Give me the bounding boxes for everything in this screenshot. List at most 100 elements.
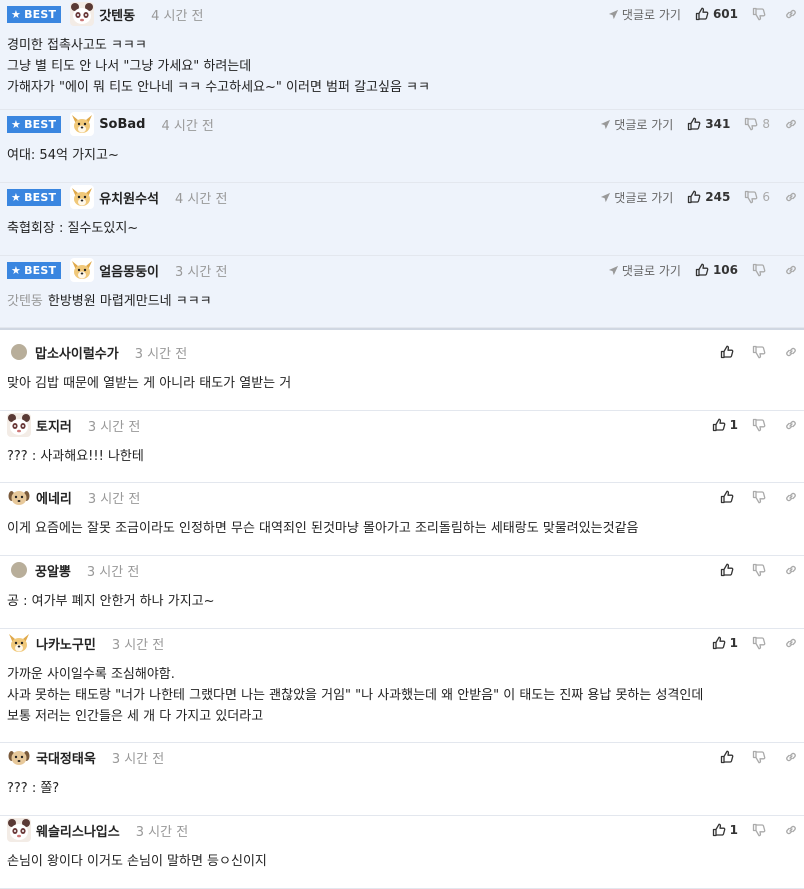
thumbs-up-icon bbox=[712, 636, 730, 650]
go-to-reply-link[interactable]: 댓글로 가기 bbox=[600, 116, 673, 133]
comment-text: 축협회장 : 질수도있지~ bbox=[7, 221, 139, 236]
comment-body: 손님이 왕이다 이거도 손님이 말하면 등ㅇ신이지 bbox=[7, 851, 267, 872]
author-name[interactable]: SoBad bbox=[99, 117, 145, 132]
avatar[interactable] bbox=[70, 258, 94, 282]
author-name[interactable]: 나카노구민 bbox=[36, 634, 96, 653]
share-link-button[interactable] bbox=[784, 636, 798, 650]
timestamp: 4 시간 전 bbox=[161, 118, 214, 134]
go-to-reply-link[interactable]: 댓글로 가기 bbox=[608, 6, 681, 23]
go-to-reply-label: 댓글로 가기 bbox=[614, 117, 674, 132]
dislike-button[interactable] bbox=[752, 750, 770, 764]
thumbs-up-icon bbox=[720, 750, 738, 764]
comment-header: 토지러 3 시간 전 bbox=[7, 411, 140, 439]
go-to-reply-link[interactable]: 댓글로 가기 bbox=[600, 189, 673, 206]
share-link-button[interactable] bbox=[784, 490, 798, 504]
avatar[interactable] bbox=[11, 344, 27, 360]
thumbs-up-icon bbox=[712, 418, 730, 432]
send-icon bbox=[600, 192, 614, 203]
dislike-button[interactable] bbox=[752, 345, 770, 359]
share-link-button[interactable] bbox=[784, 7, 798, 21]
reply-mention[interactable]: 갓텐동 bbox=[7, 294, 43, 309]
author-name[interactable]: 꿍알뽕 bbox=[35, 561, 71, 580]
like-button[interactable] bbox=[720, 490, 738, 504]
best-label: BEST bbox=[24, 7, 57, 21]
author-name[interactable]: 얼음몽둥이 bbox=[99, 261, 159, 280]
share-link-button[interactable] bbox=[784, 190, 798, 204]
like-button[interactable]: 1 bbox=[712, 418, 738, 432]
author-name[interactable]: 유치원수석 bbox=[99, 188, 159, 207]
share-link-button[interactable] bbox=[784, 823, 798, 837]
author-name[interactable]: 웨슬리스나입스 bbox=[36, 821, 120, 840]
dislike-button[interactable]: 8 bbox=[744, 117, 770, 131]
like-button[interactable] bbox=[720, 563, 738, 577]
avatar[interactable] bbox=[70, 112, 94, 136]
best-label: BEST bbox=[24, 117, 57, 131]
avatar[interactable] bbox=[70, 2, 94, 26]
thumbs-up-icon bbox=[695, 263, 713, 277]
author-name[interactable]: 국대정태욱 bbox=[36, 748, 96, 767]
timestamp: 4 시간 전 bbox=[151, 8, 204, 24]
comment-text: ??? : 사과해요!!! 나한테 bbox=[7, 449, 144, 464]
comment-text-line: 공 : 여가부 폐지 안한거 하나 가지고~ bbox=[7, 591, 215, 612]
share-link-button[interactable] bbox=[784, 418, 798, 432]
dislike-button[interactable] bbox=[752, 490, 770, 504]
best-label: BEST bbox=[24, 190, 57, 204]
like-button[interactable]: 1 bbox=[712, 636, 738, 650]
like-button[interactable]: 1 bbox=[712, 823, 738, 837]
thumbs-up-icon bbox=[695, 7, 713, 21]
avatar[interactable] bbox=[7, 818, 31, 842]
like-count: 245 bbox=[705, 190, 731, 204]
go-to-reply-link[interactable]: 댓글로 가기 bbox=[608, 262, 681, 279]
comment-text-line: 여대: 54억 가지고~ bbox=[7, 145, 119, 166]
dislike-button[interactable] bbox=[752, 418, 770, 432]
dislike-button[interactable] bbox=[752, 7, 770, 21]
avatar[interactable] bbox=[7, 485, 31, 509]
dislike-button[interactable] bbox=[752, 823, 770, 837]
timestamp: 3 시간 전 bbox=[135, 824, 189, 840]
comment-text-line: 축협회장 : 질수도있지~ bbox=[7, 218, 138, 239]
dislike-button[interactable] bbox=[752, 563, 770, 577]
share-link-button[interactable] bbox=[784, 563, 798, 577]
go-to-reply-label: 댓글로 가기 bbox=[621, 263, 681, 278]
best-comment: ★ BEST 갓텐동 4 시간 전 댓글로 가기 601 경미한 접촉사고도 ㅋㅋㅋ 그냥 별… bbox=[0, 0, 804, 110]
like-button[interactable]: 601 bbox=[695, 7, 738, 21]
thumbs-down-icon bbox=[752, 750, 770, 764]
avatar[interactable] bbox=[70, 185, 94, 209]
share-link-button[interactable] bbox=[784, 345, 798, 359]
avatar[interactable] bbox=[7, 631, 31, 655]
author-name[interactable]: 맙소사이럴수가 bbox=[35, 343, 119, 362]
comment-text: 공 : 여가부 폐지 안한거 하나 가지고~ bbox=[7, 594, 215, 609]
author-name[interactable]: 토지러 bbox=[36, 416, 72, 435]
like-count: 341 bbox=[705, 117, 731, 131]
author-name[interactable]: 에네리 bbox=[36, 488, 72, 507]
dislike-count: 8 bbox=[762, 117, 770, 131]
dislike-button[interactable] bbox=[752, 263, 770, 277]
link-icon bbox=[784, 563, 798, 577]
comment-text-line: ??? : 사과해요!!! 나한테 bbox=[7, 446, 144, 467]
share-link-button[interactable] bbox=[784, 117, 798, 131]
comment-header: ★ BEST 얼음몽둥이 3 시간 전 bbox=[7, 256, 227, 284]
like-button[interactable] bbox=[720, 750, 738, 764]
share-link-button[interactable] bbox=[784, 263, 798, 277]
comment: 꿍알뽕 3 시간 전공 : 여가부 폐지 안한거 하나 가지고~ bbox=[0, 556, 804, 629]
avatar[interactable] bbox=[11, 562, 27, 578]
share-link-button[interactable] bbox=[784, 750, 798, 764]
comment-header: 국대정태욱 3 시간 전 bbox=[7, 743, 164, 771]
timestamp: 3 시간 전 bbox=[111, 637, 165, 653]
comment-header: ★ BEST 갓텐동 4 시간 전 bbox=[7, 0, 204, 28]
like-button[interactable]: 341 bbox=[687, 117, 730, 131]
link-icon bbox=[784, 636, 798, 650]
comment-text-line: 가해자가 "에이 뭐 티도 안나네 ㅋㅋ 수고하세요~" 이러면 범퍼 갈고싶음… bbox=[7, 77, 430, 98]
dislike-button[interactable] bbox=[752, 636, 770, 650]
author-name[interactable]: 갓텐동 bbox=[99, 5, 135, 24]
avatar[interactable] bbox=[7, 745, 31, 769]
dislike-button[interactable]: 6 bbox=[744, 190, 770, 204]
like-button[interactable]: 245 bbox=[687, 190, 730, 204]
comment-header: 웨슬리스나입스 3 시간 전 bbox=[7, 816, 188, 844]
comments-section: 맙소사이럴수가 3 시간 전 맞아 김밥 때문에 열받는 게 아니라 태도가 열받는… bbox=[0, 330, 804, 889]
timestamp: 3 시간 전 bbox=[111, 751, 165, 767]
like-button[interactable]: 106 bbox=[695, 263, 738, 277]
avatar[interactable] bbox=[7, 413, 31, 437]
link-icon bbox=[784, 263, 798, 277]
like-button[interactable] bbox=[720, 345, 738, 359]
